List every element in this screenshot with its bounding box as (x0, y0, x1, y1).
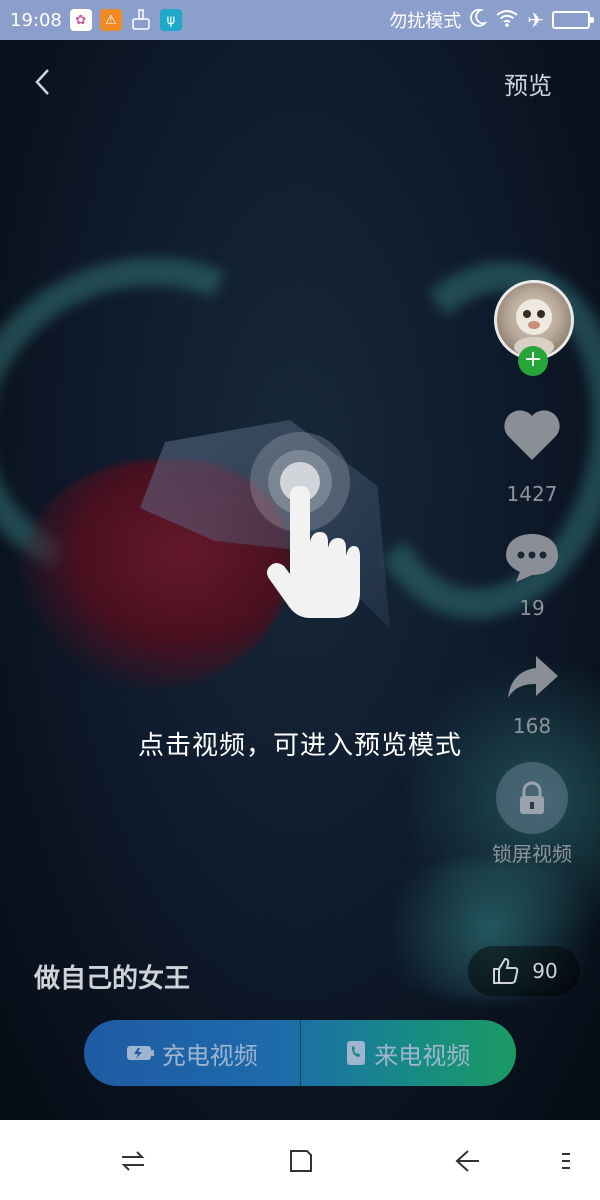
call-video-label: 来电视频 (374, 1041, 471, 1070)
comment-icon (506, 534, 558, 582)
back-arrow-icon (455, 1150, 479, 1172)
wifi-icon (495, 8, 519, 33)
app-notification-icon: ✿ (69, 9, 92, 31)
comment-count: 19 (519, 596, 545, 620)
brush-icon (130, 9, 152, 31)
system-nav-bar (0, 1120, 600, 1200)
menu-button[interactable] (556, 1146, 576, 1176)
warning-icon: ⚠ (99, 9, 122, 31)
menu-dots-icon (562, 1153, 570, 1169)
battery-icon (552, 11, 594, 29)
tap-hand-icon (240, 432, 370, 622)
follow-button[interactable]: + (518, 346, 548, 376)
status-bar: 19:08 ✿ ⚠ ψ 勿扰模式 ✈ (0, 0, 600, 40)
call-video-button[interactable]: 来电视频 (299, 1020, 517, 1086)
airplane-icon: ✈ (527, 8, 544, 32)
thumbs-up-icon (493, 957, 519, 984)
video-title: 做自己的女王 (34, 964, 191, 994)
plus-icon: + (523, 347, 543, 372)
lock-screen-video-button[interactable]: 锁屏视频 (490, 762, 574, 867)
recents-switch-button[interactable] (118, 1146, 148, 1176)
comment-button[interactable]: 19 (490, 530, 574, 620)
nav-back-button[interactable] (452, 1146, 482, 1176)
like-button[interactable]: 1427 (490, 408, 574, 506)
status-time: 19:08 (10, 9, 62, 31)
switch-arrows-icon (121, 1151, 145, 1171)
thumbs-up-button[interactable]: 90 (468, 946, 580, 996)
home-square-icon (290, 1150, 312, 1172)
lock-icon (520, 781, 544, 814)
usb-icon: ψ (159, 9, 182, 31)
charge-video-label: 充电视频 (161, 1041, 258, 1070)
charge-video-button[interactable]: 充电视频 (84, 1020, 300, 1086)
preview-button[interactable]: 预览 (504, 66, 552, 101)
preview-hint-text: 点击视频，可进入预览模式 (137, 731, 462, 761)
back-button[interactable] (28, 62, 58, 102)
video-type-action-bar: 充电视频 来电视频 (84, 1020, 516, 1086)
moon-icon (469, 8, 488, 33)
battery-charge-icon (126, 1046, 154, 1060)
home-button[interactable] (286, 1146, 316, 1176)
thumbs-up-count: 90 (532, 959, 558, 983)
chevron-left-icon (35, 69, 49, 95)
like-count: 1427 (506, 482, 558, 506)
dnd-mode-text: 勿扰模式 (389, 11, 462, 32)
share-arrow-icon (508, 656, 558, 698)
heart-icon (504, 410, 560, 460)
lock-screen-label: 锁屏视频 (492, 842, 572, 866)
phone-card-icon (347, 1041, 366, 1065)
